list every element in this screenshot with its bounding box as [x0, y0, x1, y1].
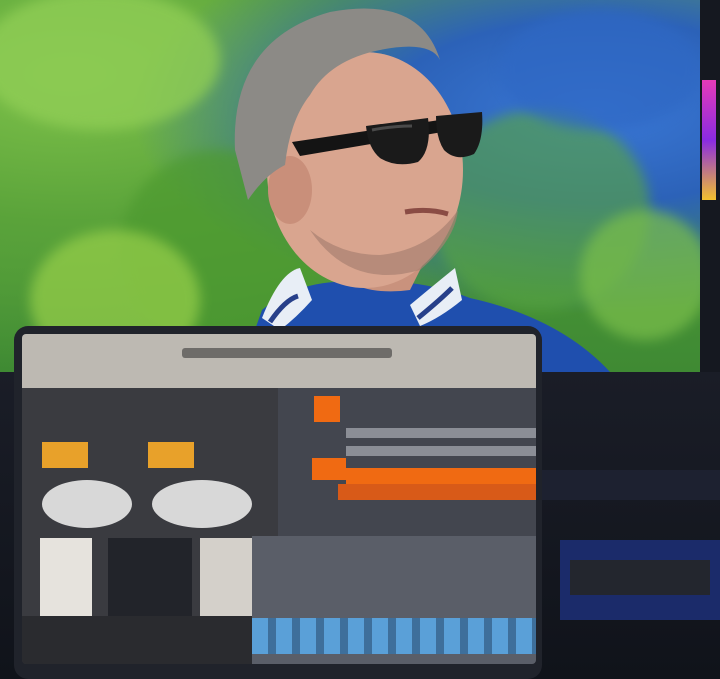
tape-deck-plugin [22, 388, 278, 664]
mixer-window [252, 536, 536, 664]
laptop-screen [22, 334, 536, 664]
sunglasses-icon [292, 112, 483, 165]
tv-screen [0, 0, 700, 372]
photo-scene [0, 0, 720, 679]
background-equipment [540, 470, 720, 679]
arrange-window [278, 388, 536, 536]
